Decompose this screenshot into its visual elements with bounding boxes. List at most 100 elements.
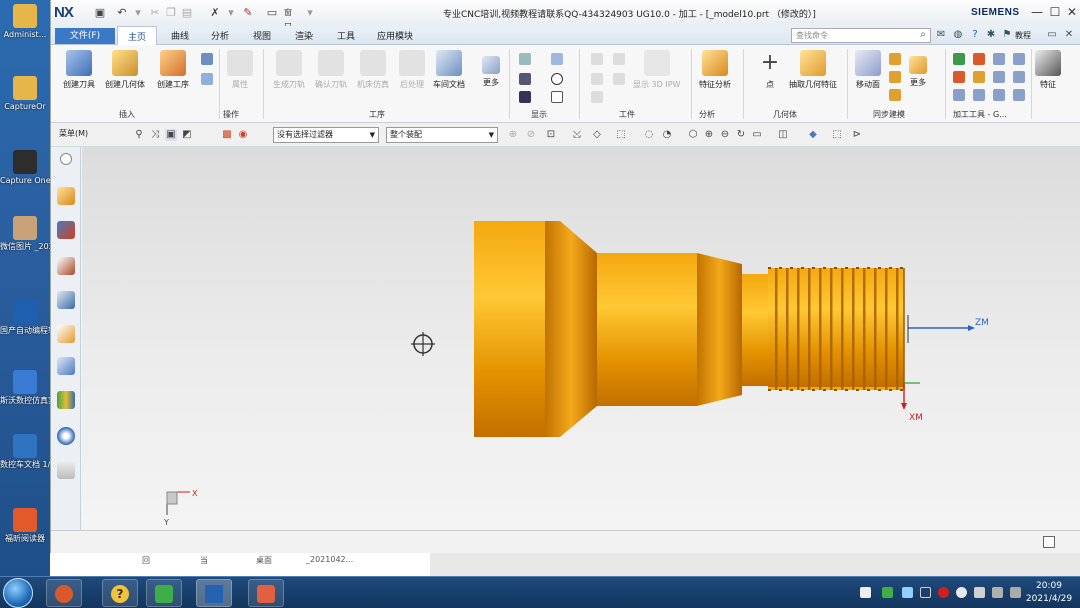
create-tool-button[interactable]: 创建刀具 xyxy=(63,50,95,90)
tool-icon[interactable] xyxy=(1013,53,1025,65)
view-icon[interactable]: ⬚ xyxy=(831,129,843,141)
undo-icon[interactable]: ↶ xyxy=(115,6,129,20)
tool-icon[interactable] xyxy=(993,71,1005,83)
display-icon[interactable] xyxy=(551,53,563,65)
history-icon[interactable] xyxy=(57,391,75,409)
snap-point-icon[interactable]: ⊕ xyxy=(507,129,519,141)
snap-icon[interactable]: ⤨ xyxy=(149,129,161,141)
workpiece-icon[interactable] xyxy=(591,91,603,103)
part-chamfer[interactable] xyxy=(697,253,742,406)
display-icon[interactable] xyxy=(519,53,531,65)
window-icon[interactable]: ▭ xyxy=(265,6,279,20)
tool-icon[interactable] xyxy=(973,53,985,65)
tool-icon[interactable] xyxy=(973,71,985,83)
tool-icon[interactable] xyxy=(973,89,985,101)
taskbar-clock[interactable]: 20:09 2021/4/29 xyxy=(1020,580,1078,606)
sync-icon[interactable] xyxy=(889,71,901,83)
tab-view[interactable]: 视图 xyxy=(253,29,271,42)
filter-icon[interactable]: ▩ xyxy=(221,129,233,141)
taskbar-app-help[interactable]: ? xyxy=(102,579,138,607)
workpiece-icon[interactable] xyxy=(591,53,603,65)
tray-icon[interactable] xyxy=(860,587,871,598)
taskbar-app-browser[interactable] xyxy=(46,579,82,607)
desktop-icon[interactable]: 福昕阅读器 xyxy=(0,508,50,544)
desktop-icon[interactable]: 数控车文档 1/th xyxy=(0,434,50,470)
select-icon[interactable]: ▣ xyxy=(165,129,177,141)
snap-point-icon[interactable]: ⊡ xyxy=(545,129,557,141)
web-browser-icon[interactable] xyxy=(57,357,75,375)
view-icon[interactable]: ⊖ xyxy=(719,129,731,141)
display-icon[interactable] xyxy=(519,73,531,85)
machine-navigator-icon[interactable] xyxy=(57,221,75,239)
workpiece-icon[interactable] xyxy=(613,73,625,85)
process-studio-icon[interactable] xyxy=(57,461,75,479)
part-large-diameter[interactable] xyxy=(474,221,545,437)
graphics-window[interactable]: ZM XM X Y xyxy=(82,147,1080,530)
chevron-down-icon[interactable]: ▾ xyxy=(303,6,317,20)
feature-analysis-button[interactable]: 特征分析 xyxy=(699,50,731,90)
part-middle-diameter[interactable] xyxy=(597,253,697,406)
desktop-icon[interactable]: 国产自动编程软件应... xyxy=(0,300,50,336)
tool-icon[interactable] xyxy=(1013,89,1025,101)
cut-icon[interactable]: ✂ xyxy=(148,6,162,20)
fullscreen-icon[interactable] xyxy=(1043,536,1055,548)
maximize-button[interactable]: ☐ xyxy=(1047,5,1063,19)
curve-icon[interactable] xyxy=(551,91,563,103)
view-icon[interactable]: ▭ xyxy=(751,129,763,141)
check-icon[interactable] xyxy=(953,53,965,65)
tray-icon[interactable] xyxy=(902,587,913,598)
tab-tools[interactable]: 工具 xyxy=(337,29,355,42)
save-icon[interactable]: ▣ xyxy=(93,6,107,20)
view-icon[interactable]: ◌ xyxy=(643,129,655,141)
tray-icon[interactable] xyxy=(992,587,1003,598)
desktop-icon[interactable]: CaptureOr xyxy=(0,76,50,112)
display-icon[interactable] xyxy=(519,91,531,103)
view-icon[interactable]: ◫ xyxy=(777,129,789,141)
minimize-button[interactable]: — xyxy=(1029,5,1045,19)
tool-icon[interactable] xyxy=(1013,71,1025,83)
scope-dropdown[interactable]: 整个装配 ▼ xyxy=(386,127,498,143)
paste-icon[interactable]: ▤ xyxy=(180,6,194,20)
tutorial-label[interactable]: 教程 xyxy=(1015,30,1031,41)
part-groove[interactable] xyxy=(742,274,768,386)
sync-icon[interactable] xyxy=(889,89,901,101)
main-menu-button[interactable]: 菜单(M) xyxy=(59,128,88,139)
shop-doc-button[interactable]: 车间文档 xyxy=(433,50,465,90)
create-program-icon[interactable] xyxy=(201,73,213,85)
reuse-library-icon[interactable] xyxy=(57,325,75,343)
workpiece-icon[interactable] xyxy=(613,53,625,65)
part-taper[interactable] xyxy=(545,221,597,437)
tab-render[interactable]: 渲染 xyxy=(295,29,313,42)
move-face-button[interactable]: 移动面 xyxy=(855,50,881,90)
tray-icon[interactable] xyxy=(956,587,967,598)
filter-icon[interactable]: ◉ xyxy=(237,129,249,141)
snap-point-icon[interactable]: ⬚ xyxy=(615,129,627,141)
close-icon[interactable]: ✕ xyxy=(1063,29,1075,41)
more-sync-button[interactable]: 更多 xyxy=(909,50,927,88)
taskbar-app-camtasia[interactable] xyxy=(146,579,182,607)
view-icon[interactable]: ⊕ xyxy=(703,129,715,141)
create-method-icon[interactable] xyxy=(201,53,213,65)
render-icon[interactable]: ◆ xyxy=(807,129,819,141)
postprocess-button[interactable]: 后处理 xyxy=(399,50,425,90)
create-operation-button[interactable]: 创建工序 xyxy=(157,50,189,90)
assembly-navigator-icon[interactable] xyxy=(57,291,75,309)
snap-point-icon[interactable]: ⊘ xyxy=(525,129,537,141)
turned-part-model[interactable] xyxy=(474,221,905,437)
create-geometry-button[interactable]: 创建几何体 xyxy=(105,50,145,90)
preferences-icon[interactable]: ✱ xyxy=(985,29,997,41)
snap-point-icon[interactable]: ⤩ xyxy=(571,129,583,141)
close-button[interactable]: ✕ xyxy=(1064,5,1080,19)
part-navigator-icon[interactable] xyxy=(57,257,75,275)
point-button[interactable]: + 点 xyxy=(757,50,783,90)
sync-icon[interactable] xyxy=(889,53,901,65)
network-icon[interactable]: ◍ xyxy=(952,29,964,41)
snap-point-icon[interactable]: ◇ xyxy=(591,129,603,141)
properties-button[interactable]: 属性 xyxy=(227,50,253,90)
desktop-icon[interactable]: Administ... xyxy=(0,4,50,40)
desktop-icon[interactable]: Capture One 12 xyxy=(0,150,50,186)
more-process-button[interactable]: 更多 xyxy=(482,50,500,88)
desktop-icon[interactable]: 斯沃数控仿真实操之... xyxy=(0,370,50,406)
tutorial-icon[interactable]: ⚑ xyxy=(1001,29,1013,41)
desktop-icon[interactable]: 微信图片 _2021042.. xyxy=(0,216,50,252)
